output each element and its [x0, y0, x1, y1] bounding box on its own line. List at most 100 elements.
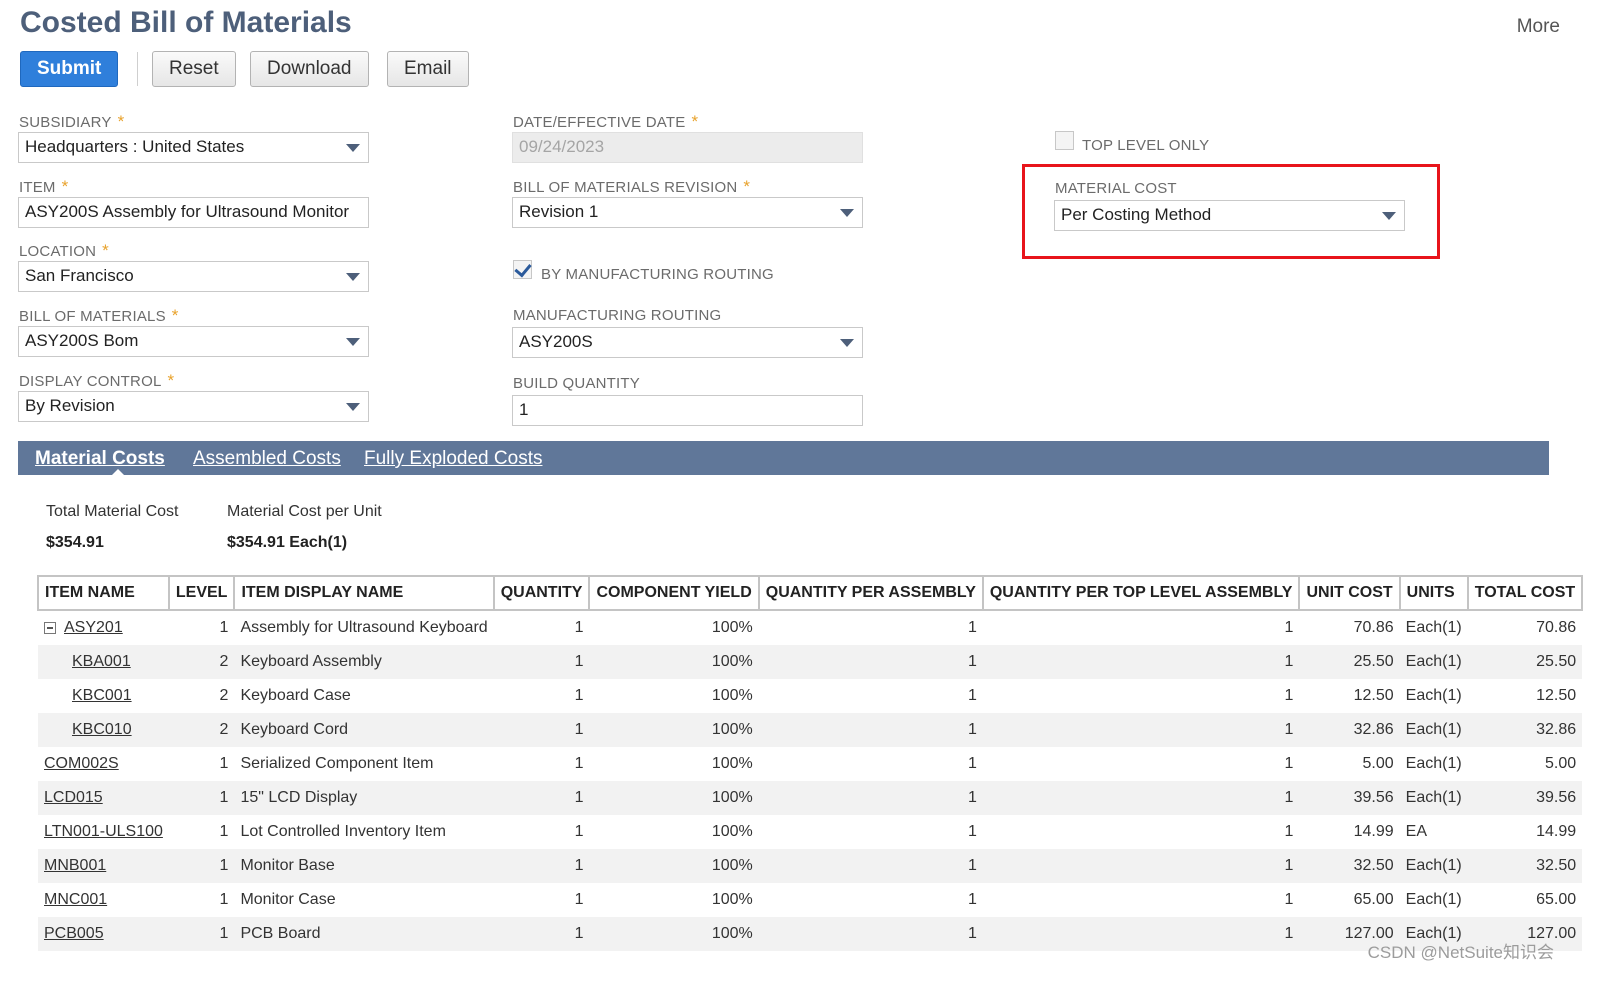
- level-cell: 1: [219, 619, 229, 636]
- total-material-cost-value: $354.91: [46, 534, 104, 551]
- item-link[interactable]: MNB001: [44, 857, 106, 874]
- total-cell: 32.50: [1467, 849, 1583, 883]
- build-quantity-input[interactable]: 1: [512, 395, 863, 426]
- build-qty-label: BUILD QUANTITY: [513, 375, 640, 392]
- tab-fully-exploded-costs[interactable]: Fully Exploded Costs: [364, 448, 542, 470]
- download-button[interactable]: Download: [250, 51, 369, 87]
- yield-cell: 100%: [589, 849, 759, 883]
- total-cell: 32.86: [1467, 713, 1583, 747]
- top-level-only-checkbox[interactable]: [1055, 131, 1074, 150]
- item-link[interactable]: ASY201: [64, 619, 123, 636]
- bom-select[interactable]: ASY200S Bom: [18, 326, 369, 357]
- yield-cell: 100%: [711, 823, 753, 840]
- required-marker: *: [61, 177, 69, 196]
- button-separator: [137, 52, 138, 86]
- level-cell: 1: [219, 823, 229, 840]
- display-cell: Serialized Component Item: [240, 755, 434, 772]
- display-control-select[interactable]: By Revision: [18, 391, 369, 422]
- yield-cell: 100%: [711, 687, 753, 704]
- column-header: UNITS: [1398, 575, 1469, 611]
- item-link[interactable]: MNC001: [44, 891, 107, 908]
- units-cell: EA: [1405, 823, 1428, 840]
- display-cell: Assembly for Ultrasound Keyboard: [240, 619, 488, 636]
- routing-label: MANUFACTURING ROUTING: [513, 307, 722, 324]
- material-cost-label: MATERIAL COST: [1055, 180, 1177, 197]
- item-name-cell: KBC010: [38, 713, 169, 747]
- level-cell: 2: [168, 713, 235, 747]
- column-header: QUANTITY: [492, 575, 591, 611]
- qty-cell: 1: [574, 687, 584, 704]
- item-name-cell: MNB001: [38, 849, 169, 883]
- qpa-cell: 1: [758, 781, 983, 815]
- reset-button[interactable]: Reset: [152, 51, 236, 87]
- unit-cost-cell: 12.50: [1353, 687, 1394, 704]
- required-marker: *: [117, 112, 125, 131]
- qpa-cell: 1: [967, 891, 977, 908]
- item-link[interactable]: KBC001: [72, 687, 132, 704]
- by-routing-checkbox[interactable]: [513, 259, 532, 279]
- unit-cost-cell: 70.86: [1353, 619, 1394, 636]
- display-control-label: DISPLAY CONTROL *: [19, 371, 175, 390]
- qpa-cell: 1: [967, 687, 977, 704]
- total-cell: 14.99: [1536, 823, 1577, 840]
- tab-material-costs[interactable]: Material Costs: [35, 448, 165, 470]
- item-link[interactable]: LCD015: [44, 789, 103, 806]
- bom-revision-select[interactable]: Revision 1: [512, 197, 863, 228]
- item-link[interactable]: KBA001: [72, 653, 131, 670]
- item-name-cell: KBC001: [38, 679, 169, 713]
- collapse-icon[interactable]: [44, 621, 56, 634]
- item-link[interactable]: PCB005: [44, 925, 104, 942]
- qptla-cell: 1: [982, 781, 1300, 815]
- units-cell: Each(1): [1405, 755, 1462, 772]
- level-cell: 1: [168, 917, 235, 951]
- yield-cell: 100%: [589, 713, 759, 747]
- routing-select[interactable]: ASY200S: [512, 327, 863, 358]
- total-cell: 12.50: [1536, 687, 1577, 704]
- required-marker: *: [102, 241, 109, 260]
- item-link[interactable]: LTN001-ULS100: [44, 823, 163, 840]
- yield-cell: 100%: [589, 781, 759, 815]
- more-menu[interactable]: More: [1517, 16, 1560, 38]
- unit-cost-cell: 14.99: [1353, 823, 1394, 840]
- level-cell: 1: [219, 755, 229, 772]
- qty-cell: 1: [493, 849, 590, 883]
- item-name-cell: KBA001: [38, 645, 169, 679]
- material-cost-per-unit-label: Material Cost per Unit: [227, 503, 382, 520]
- top-level-only-label: TOP LEVEL ONLY: [1082, 137, 1210, 154]
- submit-button[interactable]: Submit: [20, 51, 119, 87]
- location-select[interactable]: San Francisco: [18, 261, 369, 292]
- item-link[interactable]: COM002S: [44, 755, 119, 772]
- item-link[interactable]: KBC010: [72, 721, 132, 738]
- qptla-cell: 1: [982, 645, 1300, 679]
- qptla-cell: 1: [1284, 619, 1294, 636]
- qty-cell: 1: [574, 891, 584, 908]
- required-marker: *: [171, 306, 179, 325]
- qptla-cell: 1: [982, 849, 1300, 883]
- display-cell: Keyboard Cord: [234, 713, 494, 747]
- chevron-down-icon: [840, 209, 854, 217]
- qpa-cell: 1: [758, 917, 983, 951]
- total-cell: 5.00: [1545, 755, 1577, 772]
- required-marker: *: [691, 112, 699, 131]
- yield-cell: 100%: [711, 891, 753, 908]
- total-cell: 65.00: [1536, 891, 1577, 908]
- level-cell: 2: [219, 687, 229, 704]
- qpa-cell: 1: [967, 823, 977, 840]
- display-cell: Keyboard Case: [240, 687, 351, 704]
- subsidiary-select[interactable]: Headquarters : United States: [18, 132, 369, 163]
- chevron-down-icon: [1382, 212, 1396, 220]
- column-header: QUANTITY PER ASSEMBLY: [757, 575, 984, 611]
- item-input[interactable]: ASY200S Assembly for Ultrasound Monitor: [18, 197, 369, 228]
- costs-table: ITEM NAME LEVEL ITEM DISPLAY NAME QUANTITY C…: [37, 575, 1584, 951]
- qptla-cell: 1: [982, 917, 1300, 951]
- tab-assembled-costs[interactable]: Assembled Costs: [193, 448, 341, 470]
- email-button[interactable]: Email: [387, 51, 469, 87]
- unit-cost-cell: 65.00: [1353, 891, 1394, 908]
- qptla-cell: 1: [1284, 687, 1294, 704]
- qty-cell: 1: [493, 917, 590, 951]
- column-header: UNIT COST: [1298, 575, 1401, 611]
- material-cost-select[interactable]: Per Costing Method: [1054, 200, 1405, 231]
- total-cell: 25.50: [1467, 645, 1583, 679]
- chevron-down-icon: [840, 339, 854, 347]
- qptla-cell: 1: [1284, 891, 1294, 908]
